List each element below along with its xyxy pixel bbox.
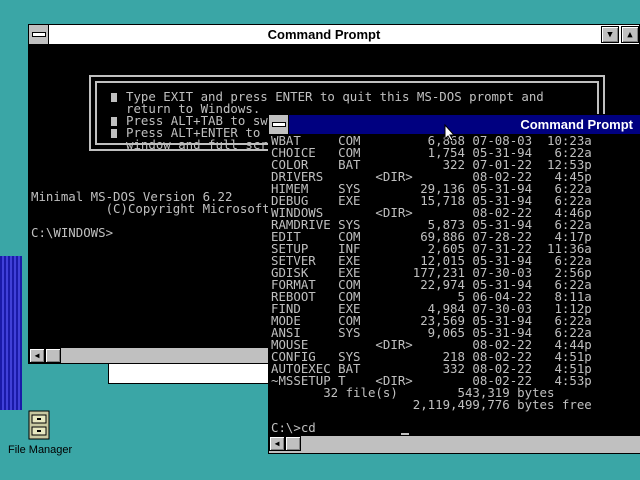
minimize-button[interactable]: ▼	[601, 26, 619, 43]
maximize-button[interactable]: ▲	[621, 26, 639, 43]
file-manager-label[interactable]: File Manager	[8, 444, 72, 456]
command-prompt-line[interactable]: C:\>cd	[271, 421, 316, 434]
console-line: C:\WINDOWS>	[31, 225, 114, 240]
horizontal-scrollbar[interactable]: ◀	[29, 347, 269, 363]
horizontal-scrollbar[interactable]: ◀	[269, 435, 640, 451]
minimize-icon: ▼	[607, 29, 613, 40]
bullet-icon	[111, 117, 117, 126]
background-window-edge	[108, 364, 270, 384]
scroll-thumb[interactable]	[285, 436, 301, 451]
scroll-left-button[interactable]: ◀	[269, 436, 285, 451]
system-menu-icon	[271, 122, 286, 127]
title-bar[interactable]: Command Prompt ▼ ▲	[29, 25, 639, 45]
scroll-left-button[interactable]: ◀	[29, 348, 45, 363]
window-title: Command Prompt	[520, 117, 633, 132]
desktop-background-strip	[0, 256, 22, 410]
system-menu-icon	[31, 32, 46, 37]
system-menu-button[interactable]	[29, 25, 49, 44]
system-menu-button[interactable]	[269, 115, 289, 134]
mouse-pointer-icon	[444, 124, 456, 142]
arrow-left-icon: ◀	[274, 439, 280, 448]
maximize-icon: ▲	[627, 29, 633, 40]
command-prompt-window-front[interactable]: Command Prompt WBAT COM 6,868 07-08-03 1…	[268, 114, 640, 454]
file-manager-icon[interactable]	[28, 410, 50, 440]
arrow-left-icon: ◀	[34, 351, 40, 360]
directory-listing-row: 2,119,499,776 bytes free	[271, 397, 592, 412]
bullet-icon	[111, 129, 117, 138]
window-title: Command Prompt	[267, 27, 381, 42]
scroll-thumb[interactable]	[45, 348, 61, 363]
bullet-icon	[111, 93, 117, 102]
console-area[interactable]: WBAT COM 6,868 07-08-03 10:23a CHOICE COM…	[269, 135, 640, 435]
